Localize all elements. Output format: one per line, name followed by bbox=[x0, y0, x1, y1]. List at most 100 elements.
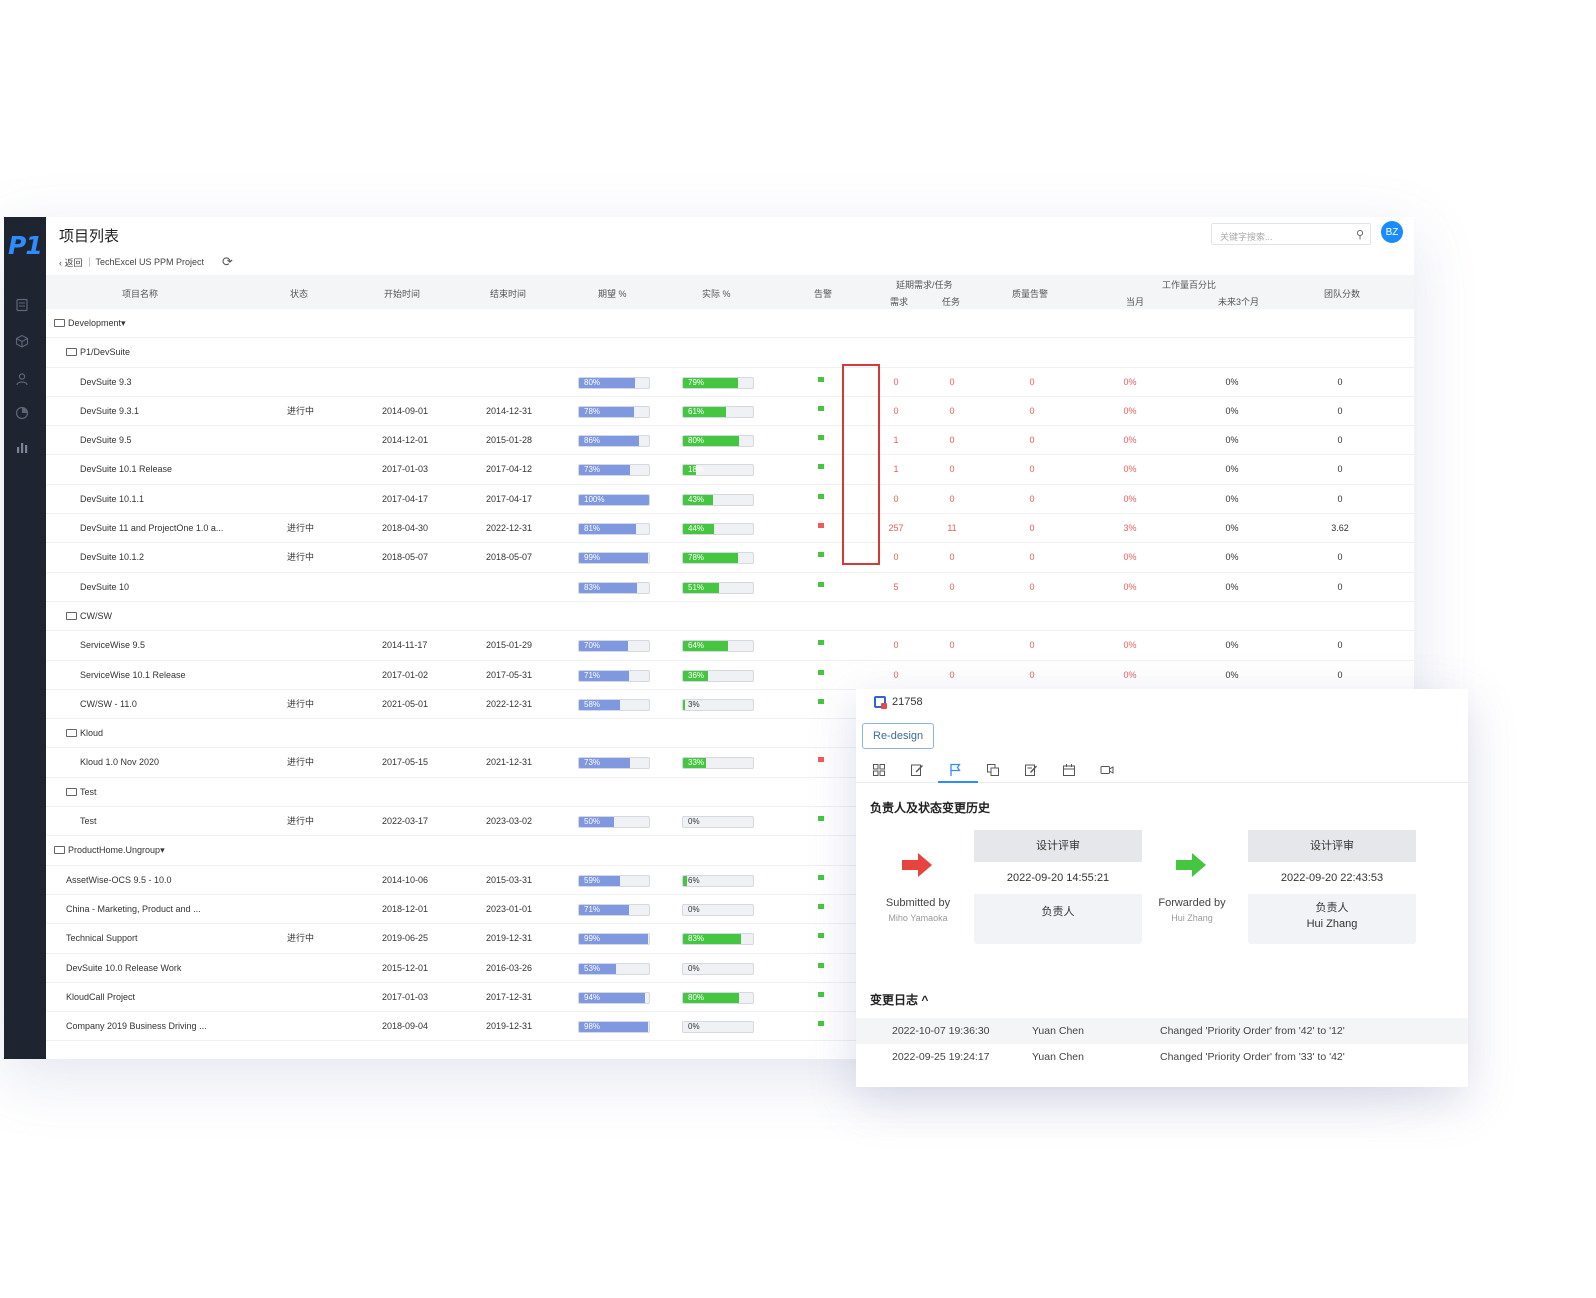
col-start[interactable]: 开始时间 bbox=[384, 287, 420, 300]
group-row[interactable]: CW/SW bbox=[46, 602, 1414, 632]
col-actual[interactable]: 实际 % bbox=[702, 287, 731, 300]
expected-progress-bar-label: 81% bbox=[584, 524, 601, 534]
change-log-toggle[interactable]: 变更日志 ^ bbox=[870, 991, 928, 1008]
expected-progress-bar: 71% bbox=[578, 669, 650, 682]
col-month[interactable]: 当月 bbox=[1126, 295, 1144, 308]
avatar[interactable]: BZ bbox=[1381, 221, 1403, 243]
calendar-icon[interactable] bbox=[1060, 761, 1078, 779]
log-time: 2022-09-25 19:24:17 bbox=[892, 1051, 990, 1063]
alert-flag-icon[interactable] bbox=[818, 435, 824, 441]
start-date-cell: 2014-09-01 bbox=[382, 405, 429, 416]
alert-flag-icon[interactable] bbox=[818, 757, 824, 763]
col-delay-task[interactable]: 任务 bbox=[942, 295, 960, 308]
active-tab-indicator bbox=[938, 781, 978, 783]
alert-flag-icon[interactable] bbox=[818, 1021, 824, 1027]
expected-progress-bar-label: 86% bbox=[584, 436, 601, 446]
group-label[interactable]: Test bbox=[66, 778, 97, 807]
alert-flag-icon[interactable] bbox=[818, 933, 824, 939]
alert-flag-icon[interactable] bbox=[818, 405, 824, 411]
status-card-1-role: 负责人 bbox=[974, 894, 1142, 920]
grid-icon[interactable] bbox=[870, 761, 888, 779]
alert-flag-icon[interactable] bbox=[818, 962, 824, 968]
table-row[interactable]: DevSuite 10.1.2 进行中 2018-05-07 2018-05-07 99… bbox=[46, 543, 1414, 573]
col-end[interactable]: 结束时间 bbox=[490, 287, 526, 300]
expected-progress-bar: 100% bbox=[578, 493, 650, 506]
chevron-down-icon[interactable]: ▾ bbox=[121, 318, 126, 328]
log-time: 2022-10-07 19:36:30 bbox=[892, 1025, 990, 1037]
video-icon[interactable] bbox=[1098, 761, 1116, 779]
alert-flag-icon[interactable] bbox=[818, 464, 824, 470]
col-expected[interactable]: 期望 % bbox=[598, 287, 627, 300]
end-date-cell: 2017-04-17 bbox=[486, 493, 533, 504]
redesign-tag[interactable]: Re-design bbox=[862, 723, 935, 749]
chevron-down-icon[interactable]: ▾ bbox=[160, 845, 165, 855]
expected-progress-bar: 59% bbox=[578, 874, 650, 887]
back-link[interactable]: ‹ 返回 bbox=[59, 256, 83, 269]
table-row[interactable]: DevSuite 11 and ProjectOne 1.0 a... 进行中 20… bbox=[46, 514, 1414, 544]
group-row[interactable]: Development▾ bbox=[46, 309, 1414, 339]
alert-flag-icon[interactable] bbox=[818, 816, 824, 822]
log-user: Yuan Chen bbox=[1032, 1051, 1084, 1063]
col-name[interactable]: 项目名称 bbox=[122, 287, 158, 300]
alert-flag-icon[interactable] bbox=[818, 874, 824, 880]
table-row[interactable]: DevSuite 9.5 2014-12-01 2015-01-28 86% 80% 1 0… bbox=[46, 426, 1414, 456]
note-icon[interactable] bbox=[1022, 761, 1040, 779]
flag-icon[interactable] bbox=[946, 761, 964, 779]
actual-progress-bar: 83% bbox=[682, 933, 754, 946]
delayed-task-cell: 11 bbox=[947, 523, 957, 534]
group-row[interactable]: P1/DevSuite bbox=[46, 338, 1414, 368]
group-label[interactable]: P1/DevSuite bbox=[66, 338, 130, 367]
cube-icon[interactable] bbox=[14, 333, 30, 349]
col-delay-group: 延期需求/任务 bbox=[896, 280, 953, 290]
table-row[interactable]: DevSuite 10 83% 51% 5 0 0 0% 0% 0 bbox=[46, 573, 1414, 602]
table-row[interactable]: DevSuite 10.1.1 2017-04-17 2017-04-17 100% 4… bbox=[46, 485, 1414, 515]
folder-icon bbox=[66, 729, 77, 738]
copy-icon[interactable] bbox=[984, 761, 1002, 779]
group-label[interactable]: Kloud bbox=[66, 719, 103, 748]
bar-chart-icon[interactable] bbox=[14, 439, 30, 455]
alert-flag-icon[interactable] bbox=[818, 669, 824, 675]
col-status[interactable]: 状态 bbox=[290, 287, 308, 300]
edit-icon[interactable] bbox=[908, 761, 926, 779]
alert-flag-icon[interactable] bbox=[818, 523, 824, 529]
alert-flag-icon[interactable] bbox=[818, 698, 824, 704]
table-row[interactable]: ServiceWise 9.5 2014-11-17 2015-01-29 70% 64… bbox=[46, 631, 1414, 661]
actual-progress-bar: 43% bbox=[682, 493, 754, 506]
end-date-cell: 2018-05-07 bbox=[486, 552, 533, 563]
quality-alert-cell: 0 bbox=[1029, 493, 1035, 504]
search-input[interactable]: 关键字搜索... ⚲ bbox=[1211, 223, 1371, 245]
alert-flag-icon[interactable] bbox=[818, 376, 824, 382]
document-icon[interactable] bbox=[14, 297, 30, 313]
user-icon[interactable] bbox=[14, 371, 30, 387]
table-row[interactable]: ServiceWise 10.1 Release 2017-01-02 2017-0… bbox=[46, 661, 1414, 690]
team-score-cell: 0 bbox=[1337, 640, 1343, 651]
project-name-cell: DevSuite 10 bbox=[80, 581, 130, 592]
alert-flag-icon[interactable] bbox=[818, 903, 824, 909]
col-next3[interactable]: 未来3个月 bbox=[1218, 295, 1259, 308]
alert-flag-icon[interactable] bbox=[818, 493, 824, 499]
group-label[interactable]: Development▾ bbox=[54, 309, 126, 338]
expected-progress-bar: 94% bbox=[578, 991, 650, 1004]
group-label[interactable]: ProductHome.Ungroup▾ bbox=[54, 836, 165, 865]
project-name-cell: DevSuite 11 and ProjectOne 1.0 a... bbox=[80, 523, 224, 534]
col-delay-req[interactable]: 需求 bbox=[890, 295, 908, 308]
delayed-req-cell: 1 bbox=[893, 464, 899, 475]
col-alert[interactable]: 告警 bbox=[814, 287, 832, 300]
quality-alert-cell: 0 bbox=[1029, 552, 1035, 563]
col-score[interactable]: 团队分数 bbox=[1324, 287, 1360, 300]
start-date-cell: 2021-05-01 bbox=[382, 698, 429, 709]
alert-flag-icon[interactable] bbox=[818, 991, 824, 997]
alert-flag-icon[interactable] bbox=[818, 581, 824, 587]
table-row[interactable]: DevSuite 9.3.1 进行中 2014-09-01 2014-12-31 78%… bbox=[46, 397, 1414, 427]
alert-flag-icon[interactable] bbox=[818, 640, 824, 646]
table-row[interactable]: DevSuite 9.3 80% 79% 0 0 0 0% 0% 0 bbox=[46, 368, 1414, 397]
search-icon[interactable]: ⚲ bbox=[1356, 228, 1364, 241]
table-row[interactable]: DevSuite 10.1 Release 2017-01-03 2017-04-1… bbox=[46, 455, 1414, 485]
alert-flag-icon[interactable] bbox=[818, 552, 824, 558]
pie-chart-icon[interactable] bbox=[14, 405, 30, 421]
refresh-icon[interactable]: ⟳ bbox=[222, 254, 233, 270]
project-name-cell: DevSuite 9.3.1 bbox=[80, 405, 140, 416]
group-label[interactable]: CW/SW bbox=[66, 602, 112, 631]
col-quality[interactable]: 质量告警 bbox=[1012, 287, 1048, 300]
page-title: 项目列表 bbox=[59, 228, 120, 245]
